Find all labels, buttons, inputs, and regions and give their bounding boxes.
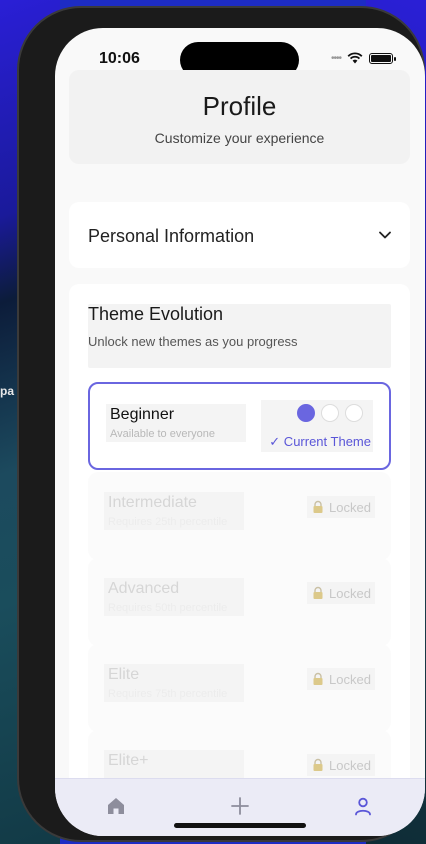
profile-content[interactable]: Profile Customize your experience Person… [55, 68, 425, 778]
progress-dots [297, 404, 363, 422]
locked-badge: Locked [307, 754, 375, 776]
theme-level-advanced: Advanced Requires 50th percentile Locked [88, 558, 391, 646]
theme-evolution-header: Theme Evolution Unlock new themes as you… [88, 304, 391, 368]
page-subtitle: Customize your experience [154, 130, 325, 146]
level-info: Elite+ [104, 750, 244, 778]
level-description: Available to everyone [110, 428, 215, 440]
theme-evolution-title: Theme Evolution [88, 304, 224, 324]
current-theme-label: ✓ Current Theme [269, 434, 371, 449]
lock-icon [313, 758, 323, 771]
level-info: Advanced Requires 50th percentile [104, 578, 244, 616]
level-info: Elite Requires 75th percentile [104, 664, 244, 702]
locked-badge: Locked [307, 582, 375, 604]
page-title: Profile [202, 91, 277, 121]
level-info: Intermediate Requires 25th percentile [104, 492, 244, 530]
theme-evolution-section: Theme Evolution Unlock new themes as you… [69, 284, 410, 778]
lock-icon [313, 500, 323, 513]
theme-level-intermediate: Intermediate Requires 25th percentile Lo… [88, 472, 391, 560]
phone-frame: 10:06 •••• Profile Customize your experi… [17, 6, 425, 842]
status-time: 10:06 [99, 50, 140, 67]
level-description: Requires 75th percentile [108, 688, 228, 700]
tab-bar [55, 778, 425, 836]
level-name: Advanced [108, 580, 180, 597]
home-icon[interactable] [105, 795, 127, 817]
background-window-text: pa [0, 384, 15, 398]
progress-dot-empty [345, 404, 363, 422]
status-icons: •••• [330, 52, 396, 64]
chevron-down-icon[interactable] [378, 228, 392, 242]
lock-icon [313, 586, 323, 599]
level-description: Requires 50th percentile [108, 602, 228, 614]
theme-level-beginner[interactable]: Beginner Available to everyone ✓ Current… [88, 382, 391, 470]
locked-badge: Locked [307, 668, 375, 690]
level-info: Beginner Available to everyone [106, 404, 246, 442]
theme-evolution-subtitle: Unlock new themes as you progress [88, 334, 298, 349]
plus-icon[interactable] [229, 795, 251, 817]
locked-badge: Locked [307, 496, 375, 518]
progress-dot-filled [297, 404, 315, 422]
home-indicator [174, 823, 306, 828]
screen: 10:06 •••• Profile Customize your experi… [55, 28, 425, 836]
user-icon[interactable] [352, 795, 374, 817]
personal-information-label: Personal Information [88, 226, 255, 246]
level-name: Beginner [110, 406, 175, 423]
signal-icon: •••• [330, 52, 342, 64]
profile-header: Profile Customize your experience [69, 70, 410, 164]
lock-label: Locked [329, 757, 371, 773]
level-progress: ✓ Current Theme [261, 400, 373, 452]
personal-information-section[interactable]: Personal Information [69, 202, 410, 268]
lock-label: Locked [329, 671, 371, 687]
level-name: Intermediate [108, 494, 197, 511]
progress-dot-empty [321, 404, 339, 422]
theme-level-elite-plus: Elite+ Locked [88, 730, 391, 778]
level-name: Elite+ [108, 752, 149, 769]
level-name: Elite [108, 666, 140, 683]
theme-level-elite: Elite Requires 75th percentile Locked [88, 644, 391, 732]
wifi-icon [347, 52, 363, 64]
level-description: Requires 25th percentile [108, 516, 228, 528]
lock-icon [313, 672, 323, 685]
lock-label: Locked [329, 585, 371, 601]
lock-label: Locked [329, 499, 371, 515]
battery-icon [369, 52, 396, 64]
